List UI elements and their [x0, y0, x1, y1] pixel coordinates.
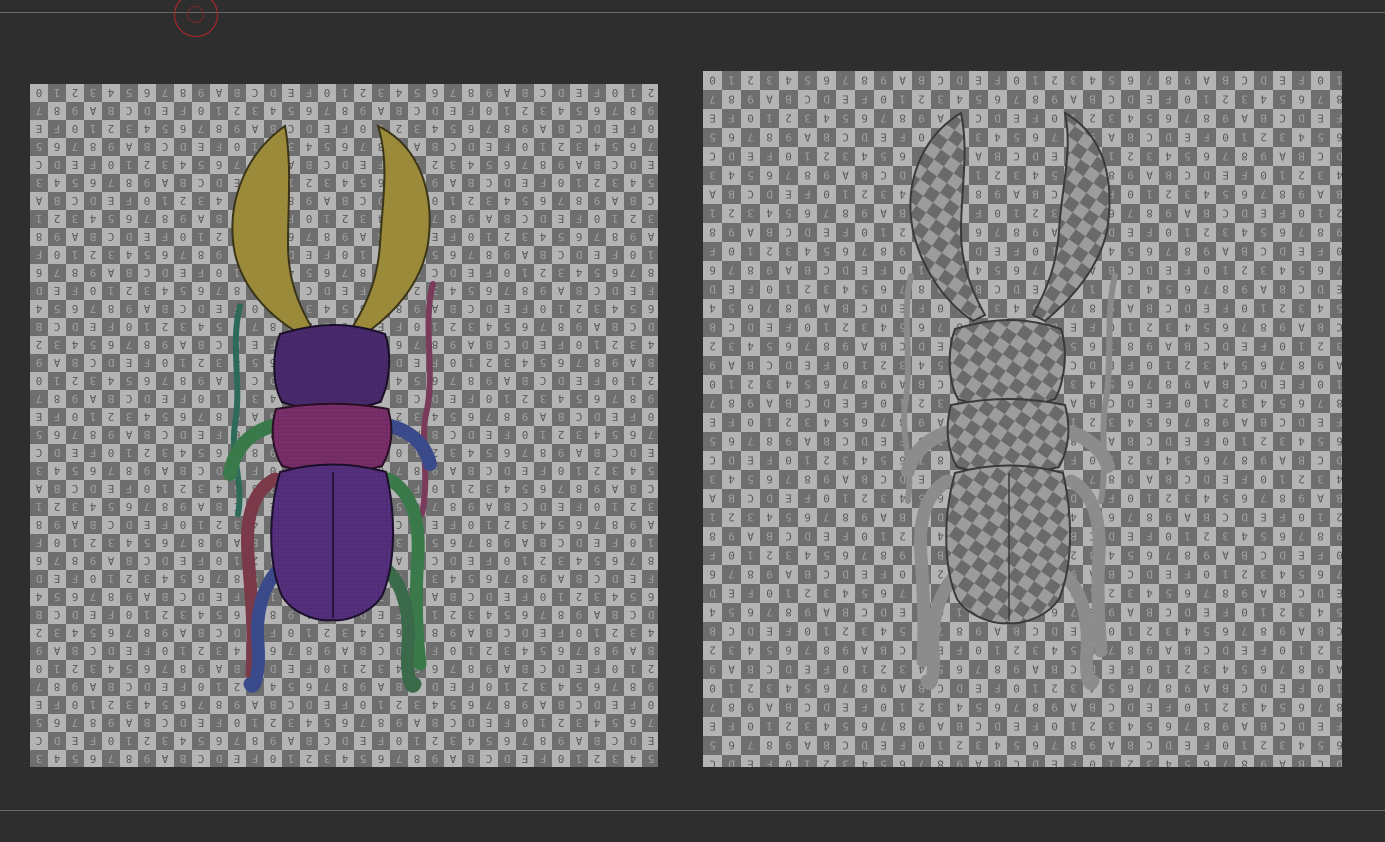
- antenna-left: [230, 303, 243, 517]
- beetle-model-polygroups[interactable]: [30, 84, 658, 767]
- brush-cursor-icon: [174, 0, 218, 37]
- polygroup-panel[interactable]: 0123456789ABCDEF0123456789ABCDEF012789AB…: [30, 84, 658, 767]
- mandible-left: [231, 124, 314, 336]
- antenna-right: [419, 281, 436, 517]
- zbrush-viewport[interactable]: 0123456789ABCDEF0123456789ABCDEF012789AB…: [0, 0, 1385, 842]
- mandible-right: [350, 124, 431, 336]
- mesh-wireframe-overlay: [271, 325, 394, 621]
- uv-textured-panel[interactable]: 0123456789ABCDEF0123456789ABCDEF01789ABC…: [703, 71, 1342, 767]
